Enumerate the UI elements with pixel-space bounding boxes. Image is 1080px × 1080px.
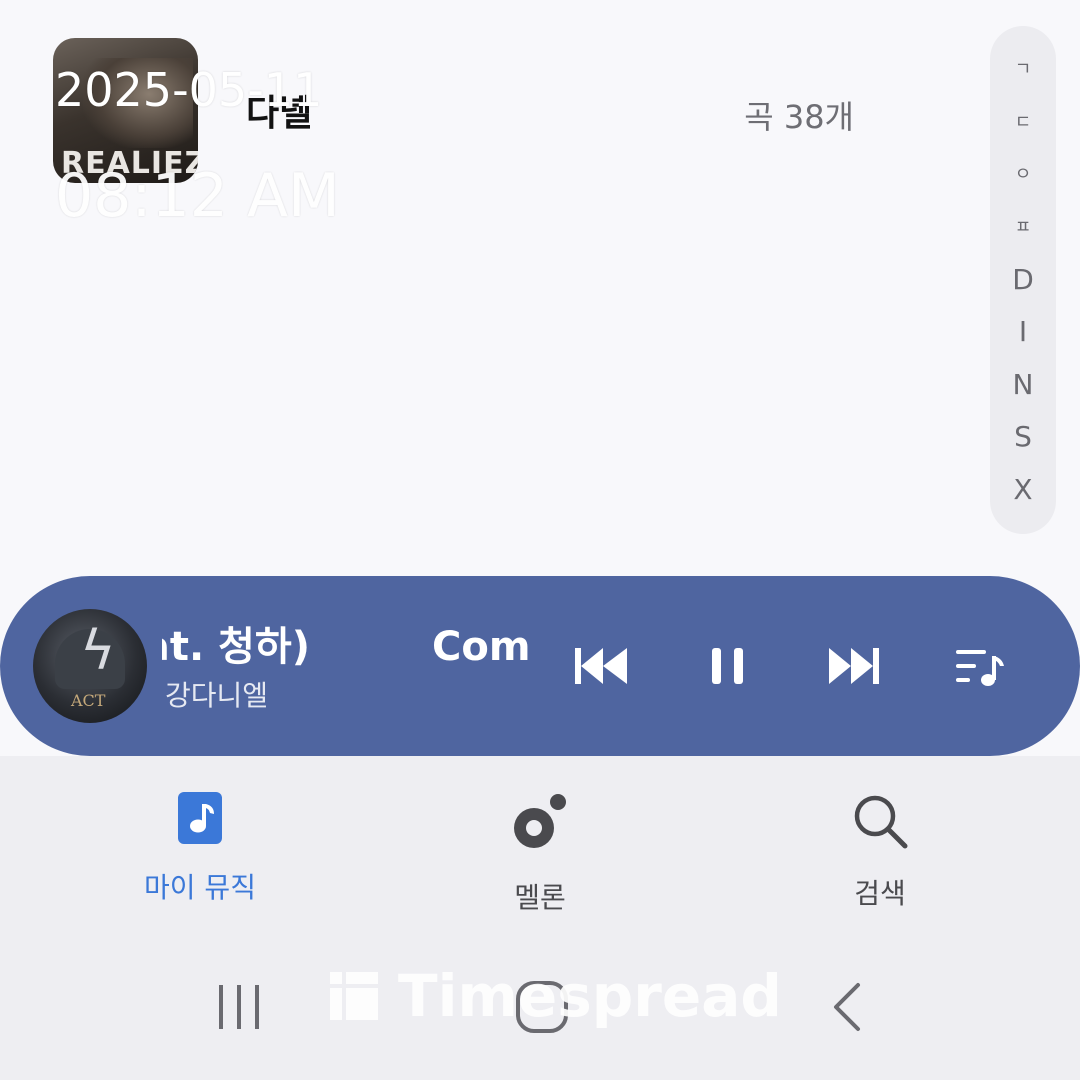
index-item[interactable]: ㄷ [1015, 106, 1032, 140]
brand-watermark: Timespread [330, 962, 782, 1030]
playlist-icon [956, 650, 1004, 686]
index-item[interactable]: S [1014, 420, 1032, 454]
bottom-navigation: 마이 뮤직 멜론 검색 [0, 756, 1080, 936]
tab-search[interactable]: 검색 [780, 792, 980, 912]
melon-icon [510, 792, 570, 858]
skip-previous-icon [575, 648, 627, 684]
brand-logo-icon [330, 972, 378, 1020]
recent-apps-button[interactable] [214, 982, 264, 1032]
previous-button[interactable] [571, 636, 631, 696]
music-app-screen: REALIEZ 다녤 곡 38개 2025-05-11 08:12 AM ㄱ ㄷ… [0, 0, 1080, 1080]
tab-label: 검색 [854, 877, 906, 910]
next-button[interactable] [825, 636, 885, 696]
pause-button[interactable] [698, 636, 758, 696]
now-playing-title[interactable]: (feat. 청하) [162, 614, 310, 678]
timestamp-time: 08:12 AM [55, 161, 340, 231]
track-count: 곡 38개 [744, 98, 854, 136]
now-playing-art[interactable]: ϟ ACT [33, 609, 147, 723]
tab-label: 멜론 [514, 881, 566, 914]
skip-next-icon [829, 648, 879, 684]
timestamp-date: 2025-05-11 [55, 63, 323, 117]
index-item[interactable]: ㄱ [1015, 53, 1032, 87]
playlist-button[interactable] [950, 636, 1010, 696]
index-scroller[interactable]: ㄱ ㄷ ㅇ ㅍ D I N S X [990, 26, 1056, 534]
index-item[interactable]: D [1012, 263, 1034, 297]
brand-name: Timespread [398, 962, 782, 1030]
tab-label: 마이 뮤직 [144, 871, 256, 904]
search-icon [851, 792, 909, 854]
timestamp-overlay: 2025-05-11 08:12 AM [55, 62, 340, 231]
now-playing-art-text: ACT [71, 691, 106, 710]
back-icon [834, 983, 860, 1031]
lightning-icon: ϟ [80, 619, 116, 682]
tab-melon[interactable]: 멜론 [440, 792, 640, 916]
now-playing-title-marquee[interactable]: Come [432, 624, 530, 676]
index-item[interactable]: N [1013, 368, 1034, 402]
tab-my-music[interactable]: 마이 뮤직 [100, 792, 300, 906]
recent-apps-icon [219, 985, 259, 1029]
index-item[interactable]: X [1013, 473, 1032, 507]
music-note-icon [178, 792, 222, 848]
back-button[interactable] [826, 982, 866, 1032]
index-item[interactable]: ㅍ [1015, 211, 1032, 245]
index-item[interactable]: I [1019, 315, 1027, 349]
pause-icon [712, 648, 743, 684]
now-playing-artist[interactable]: 강다니엘 [165, 674, 268, 714]
index-item[interactable]: ㅇ [1015, 158, 1032, 192]
